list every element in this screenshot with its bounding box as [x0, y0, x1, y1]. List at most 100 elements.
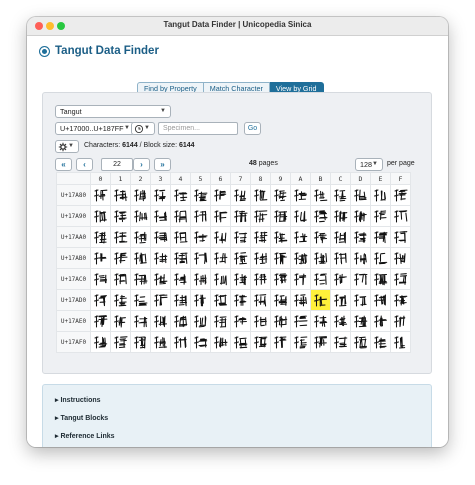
- next-page-button[interactable]: ›: [133, 158, 150, 171]
- glyph-cell[interactable]: [290, 310, 311, 332]
- glyph-cell[interactable]: [350, 310, 371, 332]
- glyph-cell[interactable]: [270, 289, 291, 311]
- glyph-cell[interactable]: [350, 289, 371, 311]
- glyph-cell[interactable]: [330, 184, 351, 206]
- glyph-cell[interactable]: [150, 226, 171, 248]
- glyph-cell[interactable]: [250, 289, 271, 311]
- glyph-cell[interactable]: [90, 205, 111, 227]
- glyph-cell[interactable]: [170, 184, 191, 206]
- glyph-cell[interactable]: [310, 247, 331, 269]
- glyph-cell[interactable]: [250, 226, 271, 248]
- glyph-cell[interactable]: [230, 226, 251, 248]
- glyph-cell[interactable]: [290, 205, 311, 227]
- last-page-button[interactable]: »: [154, 158, 171, 171]
- glyph-cell[interactable]: [390, 247, 411, 269]
- glyph-cell[interactable]: [390, 226, 411, 248]
- glyph-cell[interactable]: [170, 205, 191, 227]
- first-page-button[interactable]: «: [55, 158, 72, 171]
- glyph-cell[interactable]: [190, 289, 211, 311]
- glyph-cell[interactable]: [250, 268, 271, 290]
- glyph-cell[interactable]: [370, 184, 391, 206]
- glyph-cell[interactable]: [330, 310, 351, 332]
- glyph-cell[interactable]: [370, 310, 391, 332]
- glyph-cell[interactable]: [330, 268, 351, 290]
- glyph-cell[interactable]: [230, 310, 251, 332]
- glyph-cell[interactable]: [330, 331, 351, 353]
- glyph-cell[interactable]: [110, 289, 131, 311]
- glyph-cell[interactable]: [230, 184, 251, 206]
- glyph-cell[interactable]: [90, 268, 111, 290]
- glyph-cell[interactable]: [90, 331, 111, 353]
- glyph-cell[interactable]: [390, 331, 411, 353]
- specimen-input[interactable]: Specimen...: [158, 122, 238, 135]
- glyph-cell[interactable]: [210, 205, 231, 227]
- glyph-cell[interactable]: [190, 226, 211, 248]
- glyph-cell[interactable]: [390, 205, 411, 227]
- glyph-cell[interactable]: [90, 247, 111, 269]
- glyph-cell[interactable]: [170, 226, 191, 248]
- range-select[interactable]: U+17000..U+187FF ▼: [55, 122, 135, 135]
- glyph-cell[interactable]: [150, 289, 171, 311]
- glyph-cell[interactable]: [250, 331, 271, 353]
- glyph-cell[interactable]: [210, 184, 231, 206]
- glyph-cell[interactable]: [110, 247, 131, 269]
- glyph-cell[interactable]: [270, 268, 291, 290]
- glyph-cell[interactable]: [230, 205, 251, 227]
- glyph-cell[interactable]: [210, 226, 231, 248]
- page-input[interactable]: 22: [101, 158, 133, 171]
- glyph-cell[interactable]: [130, 310, 151, 332]
- glyph-cell[interactable]: [370, 205, 391, 227]
- instructions-toggle[interactable]: ▸ Instructions: [55, 396, 101, 404]
- glyph-cell[interactable]: [350, 331, 371, 353]
- glyph-cell[interactable]: [170, 331, 191, 353]
- glyph-cell[interactable]: [90, 226, 111, 248]
- glyph-cell[interactable]: [130, 226, 151, 248]
- glyph-cell[interactable]: [310, 310, 331, 332]
- glyph-cell[interactable]: [290, 184, 311, 206]
- glyph-cell[interactable]: [150, 247, 171, 269]
- glyph-cell[interactable]: [210, 268, 231, 290]
- glyph-cell[interactable]: [190, 310, 211, 332]
- glyph-cell[interactable]: [130, 184, 151, 206]
- glyph-cell[interactable]: [290, 247, 311, 269]
- glyph-cell[interactable]: [110, 184, 131, 206]
- glyph-cell[interactable]: [190, 331, 211, 353]
- glyph-cell[interactable]: [270, 226, 291, 248]
- glyph-cell[interactable]: [130, 331, 151, 353]
- glyph-cell[interactable]: [210, 289, 231, 311]
- glyph-cell[interactable]: [350, 205, 371, 227]
- glyph-cell[interactable]: [370, 331, 391, 353]
- glyph-cell[interactable]: [170, 310, 191, 332]
- glyph-cell[interactable]: [370, 226, 391, 248]
- glyph-cell[interactable]: [250, 310, 271, 332]
- glyph-cell[interactable]: [110, 331, 131, 353]
- glyph-cell[interactable]: [310, 226, 331, 248]
- glyph-cell[interactable]: [270, 331, 291, 353]
- glyph-cell[interactable]: [290, 289, 311, 311]
- glyph-cell[interactable]: [290, 268, 311, 290]
- glyph-cell[interactable]: [370, 268, 391, 290]
- glyph-cell[interactable]: [210, 310, 231, 332]
- glyph-cell[interactable]: [110, 205, 131, 227]
- glyph-cell[interactable]: [130, 247, 151, 269]
- glyph-cell[interactable]: [170, 289, 191, 311]
- glyph-cell[interactable]: [270, 205, 291, 227]
- glyph-cell[interactable]: [130, 205, 151, 227]
- reference-links-toggle[interactable]: ▸ Reference Links: [55, 432, 115, 440]
- glyph-cell[interactable]: [210, 247, 231, 269]
- glyph-cell[interactable]: [310, 331, 331, 353]
- glyph-cell[interactable]: [370, 247, 391, 269]
- glyph-cell[interactable]: [350, 268, 371, 290]
- glyph-cell[interactable]: [190, 268, 211, 290]
- glyph-cell[interactable]: [310, 205, 331, 227]
- glyph-cell[interactable]: [150, 331, 171, 353]
- glyph-cell[interactable]: [250, 184, 271, 206]
- glyph-cell[interactable]: [270, 184, 291, 206]
- glyph-cell[interactable]: [270, 310, 291, 332]
- glyph-cell[interactable]: [190, 184, 211, 206]
- glyph-cell[interactable]: [330, 289, 351, 311]
- previous-page-button[interactable]: ‹: [76, 158, 93, 171]
- glyph-cell[interactable]: [90, 184, 111, 206]
- glyph-cell[interactable]: [150, 184, 171, 206]
- glyph-cell[interactable]: [150, 205, 171, 227]
